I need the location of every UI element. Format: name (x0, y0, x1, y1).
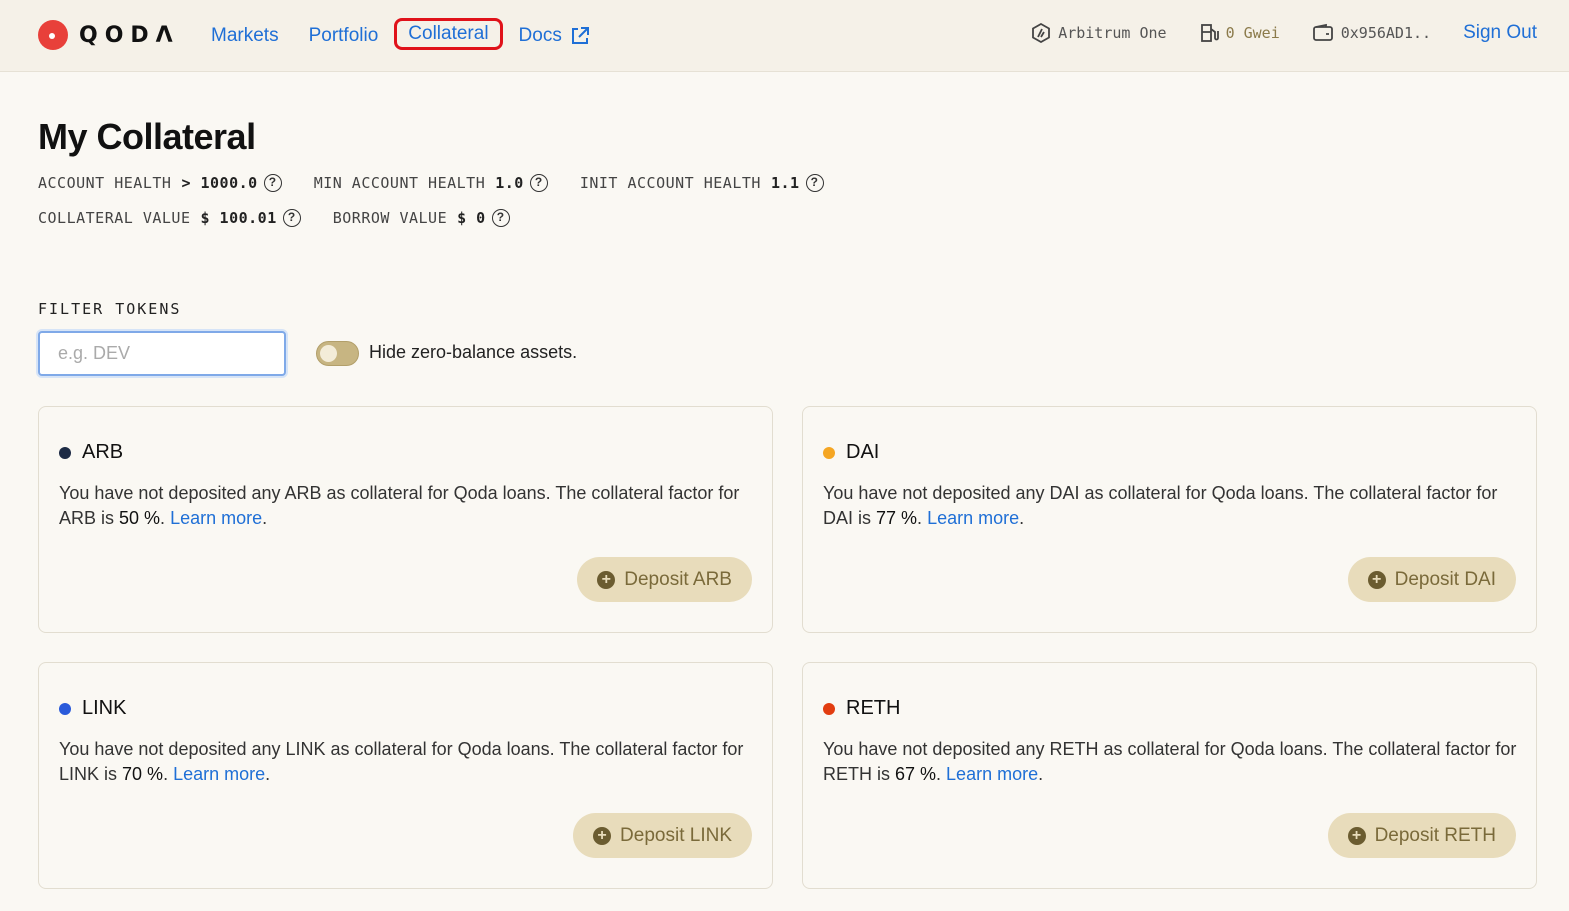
top-navigation-bar: QODΛ Markets Portfolio Collateral Docs A… (0, 0, 1569, 72)
page-title: My Collateral (38, 116, 256, 157)
deposit-button-label: Deposit LINK (620, 824, 732, 846)
collateral-value-value: $ 100.01 (200, 209, 277, 227)
min-health-stat: MIN ACCOUNT HEALTH 1.0 ? (314, 174, 548, 192)
nav-collateral[interactable]: Collateral (394, 18, 503, 50)
value-stats-row: COLLATERAL VALUE $ 100.01 ? BORROW VALUE… (38, 209, 542, 227)
token-card-dai: DAI You have not deposited any DAI as co… (802, 406, 1537, 633)
wallet-address[interactable]: 0x956AD1.. (1312, 23, 1431, 43)
token-card-arb: ARB You have not deposited any ARB as co… (38, 406, 773, 633)
init-health-stat: INIT ACCOUNT HEALTH 1.1 ? (580, 174, 824, 192)
account-health-stat: ACCOUNT HEALTH > 1000.0 ? (38, 174, 282, 192)
learn-more-link[interactable]: Learn more (927, 508, 1019, 528)
deposit-arb-button[interactable]: + Deposit ARB (577, 557, 752, 602)
token-symbol: DAI (846, 441, 880, 463)
token-color-dot (59, 446, 71, 459)
learn-more-link[interactable]: Learn more (170, 508, 262, 528)
plus-circle-icon: + (1347, 826, 1366, 845)
deposit-button-label: Deposit ARB (624, 568, 732, 590)
token-description: You have not deposited any DAI as collat… (823, 483, 1498, 528)
deposit-button-label: Deposit RETH (1374, 824, 1496, 846)
token-description: You have not deposited any ARB as collat… (59, 483, 740, 528)
deposit-button-label: Deposit DAI (1394, 568, 1496, 590)
filter-tokens-input[interactable] (38, 331, 286, 376)
token-symbol: LINK (82, 697, 127, 719)
plus-circle-icon: + (593, 826, 612, 845)
qoda-logo[interactable]: QODΛ (38, 20, 180, 50)
plus-circle-icon: + (1367, 570, 1386, 589)
wallet-icon (1312, 23, 1333, 41)
token-description-text: You have not deposited any ARB as collat… (59, 483, 740, 528)
network-name: Arbitrum One (1058, 24, 1167, 42)
external-link-icon (571, 27, 589, 44)
token-card-link: LINK You have not deposited any LINK as … (38, 662, 773, 889)
account-health-label: ACCOUNT HEALTH (38, 174, 172, 192)
collateral-factor: 50 % (119, 508, 161, 528)
help-icon[interactable]: ? (529, 174, 548, 192)
learn-more-link[interactable]: Learn more (173, 764, 265, 784)
token-card-reth: RETH You have not deposited any RETH as … (802, 662, 1537, 889)
collateral-factor: 77 % (876, 508, 918, 528)
logo-text: QODΛ (79, 22, 180, 48)
token-card-header: RETH (823, 697, 900, 720)
main-nav: Markets Portfolio Collateral Docs (211, 18, 620, 50)
deposit-reth-button[interactable]: + Deposit RETH (1327, 813, 1516, 858)
learn-more-link[interactable]: Learn more (946, 764, 1038, 784)
gas-pump-icon (1200, 24, 1219, 42)
nav-markets[interactable]: Markets (211, 25, 279, 47)
account-health-value: > 1000.0 (181, 174, 258, 192)
token-symbol: ARB (82, 441, 124, 463)
nav-docs[interactable]: Docs (519, 25, 590, 47)
token-description-text: You have not deposited any DAI as collat… (823, 483, 1498, 528)
token-color-dot (59, 702, 71, 715)
help-icon[interactable]: ? (282, 209, 301, 227)
filter-tokens-label: FILTER TOKENS (38, 300, 182, 318)
token-card-header: LINK (59, 697, 126, 720)
network-selector[interactable]: Arbitrum One (1031, 23, 1167, 43)
token-color-dot (823, 446, 835, 459)
hide-zero-balance-toggle[interactable] (316, 341, 359, 366)
collateral-factor: 70 % (122, 764, 164, 784)
min-health-value: 1.0 (495, 174, 524, 192)
token-color-dot (823, 702, 835, 715)
min-health-label: MIN ACCOUNT HEALTH (313, 174, 486, 192)
help-icon[interactable]: ? (805, 174, 824, 192)
deposit-link-button[interactable]: + Deposit LINK (573, 813, 752, 858)
hide-zero-balance-label: Hide zero-balance assets. (369, 342, 578, 362)
collateral-value-stat: COLLATERAL VALUE $ 100.01 ? (38, 209, 301, 227)
help-icon[interactable]: ? (263, 174, 282, 192)
arbitrum-icon (1032, 23, 1051, 43)
collateral-value-label: COLLATERAL VALUE (38, 209, 191, 227)
token-description: You have not deposited any LINK as colla… (59, 739, 744, 784)
borrow-value-label: BORROW VALUE (332, 209, 448, 227)
gas-value: 0 Gwei (1225, 24, 1280, 42)
init-health-label: INIT ACCOUNT HEALTH (579, 174, 761, 192)
plus-circle-icon: + (597, 570, 616, 589)
nav-portfolio[interactable]: Portfolio (309, 25, 379, 47)
token-symbol: RETH (846, 697, 901, 719)
nav-docs-label: Docs (518, 25, 562, 46)
borrow-value-value: $ 0 (457, 209, 486, 227)
logo-mark-icon (38, 20, 68, 50)
token-card-header: DAI (823, 441, 879, 464)
health-stats-row: ACCOUNT HEALTH > 1000.0 ? MIN ACCOUNT HE… (38, 174, 856, 192)
init-health-value: 1.1 (770, 174, 800, 192)
wallet-address-text: 0x956AD1.. (1340, 24, 1432, 42)
gas-indicator: 0 Gwei (1199, 23, 1280, 43)
help-icon[interactable]: ? (491, 209, 510, 227)
token-description: You have not deposited any RETH as colla… (823, 739, 1517, 784)
sign-out-link[interactable]: Sign Out (1463, 22, 1537, 44)
borrow-value-stat: BORROW VALUE $ 0 ? (333, 209, 510, 227)
header-right-group: Arbitrum One 0 Gwei 0x956AD1.. Sign Out (1031, 22, 1537, 44)
token-card-header: ARB (59, 441, 123, 464)
toggle-knob (320, 345, 337, 362)
deposit-dai-button[interactable]: + Deposit DAI (1347, 557, 1516, 602)
collateral-factor: 67 % (895, 764, 937, 784)
